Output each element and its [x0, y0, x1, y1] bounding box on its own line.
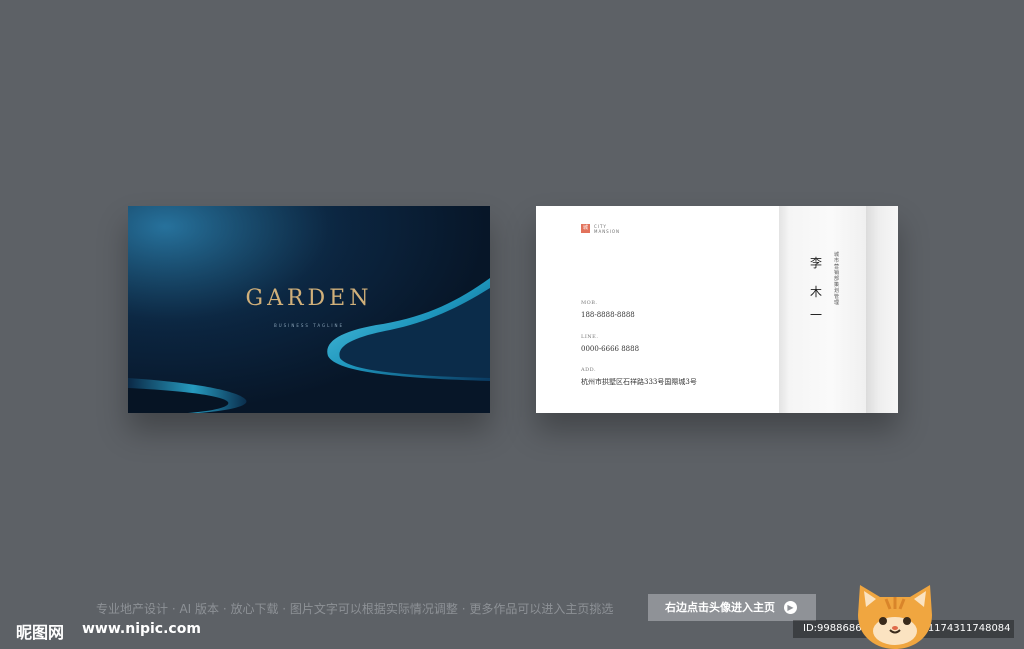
address-label: ADD.: [581, 367, 597, 373]
enter-homepage-button[interactable]: 右边点击头像进入主页 ▶: [648, 594, 816, 621]
name-char-1: 李: [809, 256, 822, 270]
site-logo[interactable]: 昵图网: [16, 619, 64, 643]
mobile-label: MOB.: [581, 300, 598, 306]
name-char-3: 一: [809, 308, 822, 322]
logo-line-2: MANSION: [594, 229, 621, 234]
enter-homepage-label: 右边点击头像进入主页: [665, 601, 775, 614]
brand-title: GARDEN: [245, 286, 373, 311]
company-logo-icon: 城: [581, 224, 590, 233]
line-value: 0000-6666 8888: [581, 345, 640, 353]
card-fold-edge: [866, 206, 898, 413]
line-label: LINE.: [581, 334, 599, 340]
site-url-link[interactable]: www.nipic.com: [82, 621, 201, 637]
play-arrow-icon: ▶: [784, 601, 797, 614]
watermark-description: 专业地产设计 · AI 版本 · 放心下载 · 图片文字可以根据实际情况调整 ·…: [96, 602, 614, 616]
department-title: 城市营销部策划管理: [834, 252, 840, 306]
brand-tagline: BUSINESS TAGLINE: [273, 323, 345, 328]
business-card-front: GARDEN BUSINESS TAGLINE: [128, 206, 490, 413]
cat-avatar-icon[interactable]: [850, 575, 940, 649]
address-value: 杭州市拱墅区石祥路333号国際城3号: [581, 378, 697, 386]
business-card-back: 城 CITY MANSION MOB. 188-8888-8888 LINE. …: [536, 206, 898, 413]
mobile-value: 188-8888-8888: [581, 311, 635, 319]
company-logo-text: CITY MANSION: [594, 224, 634, 234]
name-char-2: 木: [809, 285, 822, 299]
